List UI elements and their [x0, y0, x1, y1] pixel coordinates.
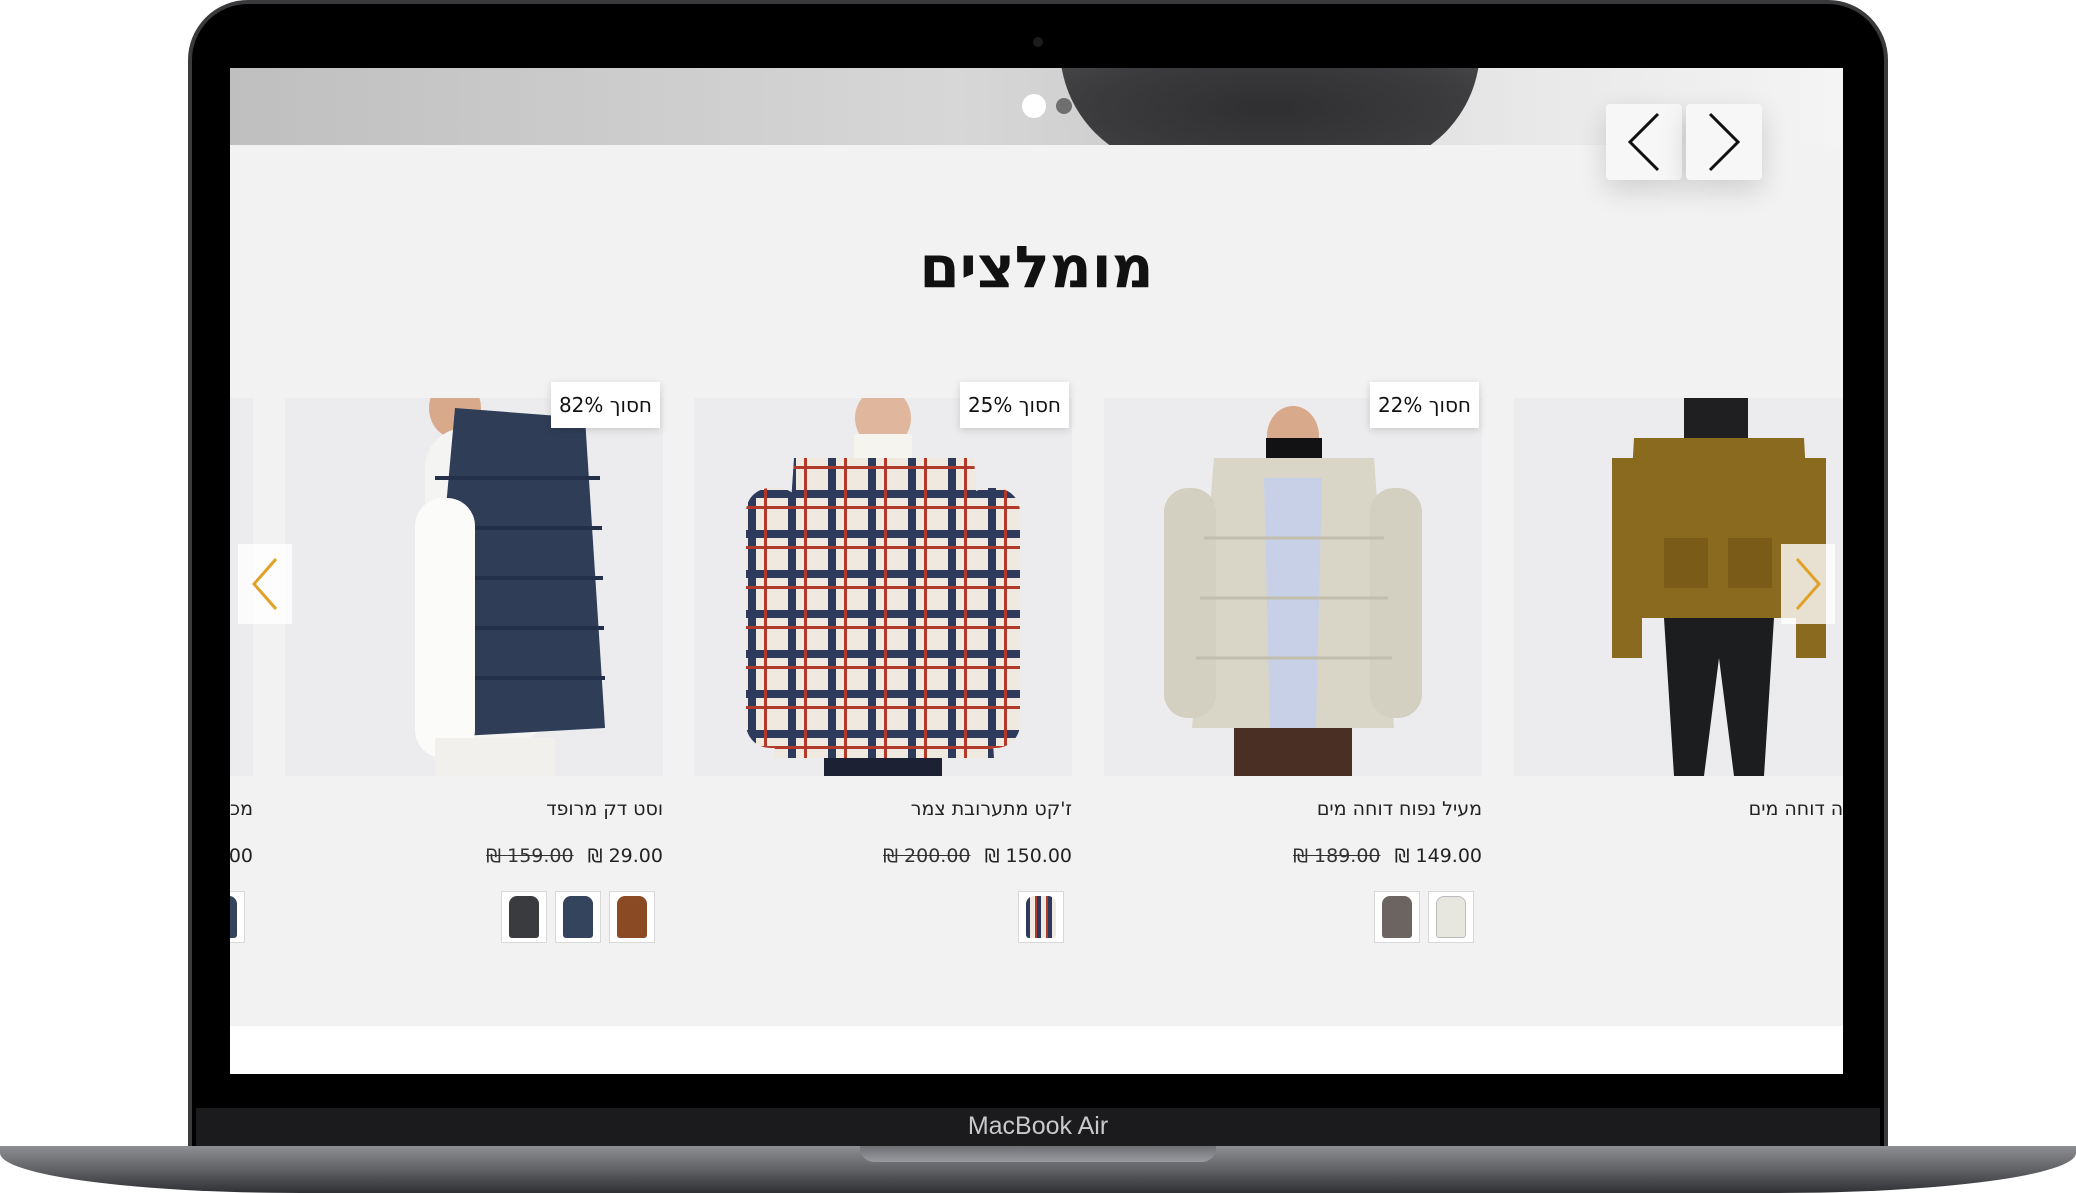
- color-swatch-1[interactable]: [1018, 891, 1064, 943]
- currency-symbol: ₪: [984, 845, 1000, 867]
- current-price: 150.00: [1005, 845, 1072, 867]
- device-label: MacBook Air: [967, 1112, 1109, 1140]
- discount-badge: חסוך 25%: [959, 382, 1069, 428]
- color-swatches: [1018, 891, 1064, 943]
- product-price: ₪ 200.00 ₪ 150.00: [694, 845, 1072, 867]
- puffer-illustration: [1104, 398, 1482, 776]
- product-name[interactable]: מכ: [230, 798, 253, 820]
- product-image[interactable]: [285, 398, 663, 776]
- camera-icon: [1033, 37, 1043, 47]
- browser-screen: מומלצים פארקה דוחה מים ₪ 1: [230, 68, 1843, 1074]
- product-name[interactable]: פארקה דוחה מים: [1514, 798, 1843, 820]
- color-swatch-2[interactable]: [555, 891, 601, 943]
- color-swatch-2[interactable]: [1374, 891, 1420, 943]
- color-swatch-3[interactable]: [501, 891, 547, 943]
- current-price: 149.00: [1415, 845, 1482, 867]
- product-image[interactable]: [1104, 398, 1482, 776]
- color-swatches: [501, 891, 655, 943]
- color-swatches: [1374, 891, 1474, 943]
- currency-symbol: ₪: [1394, 845, 1410, 867]
- old-price: ₪ 200.00: [883, 845, 971, 867]
- color-swatch-1[interactable]: [230, 891, 245, 943]
- hero-next-button[interactable]: [1686, 104, 1762, 180]
- chevron-left-icon: [1627, 112, 1660, 172]
- laptop-notch: [860, 1146, 1216, 1162]
- color-swatch-1[interactable]: [1428, 891, 1474, 943]
- discount-badge: חסוך 22%: [1369, 382, 1479, 428]
- page-footer-area: [230, 1026, 1843, 1074]
- current-price: 29.00: [608, 845, 663, 867]
- product-carousel: פארקה דוחה מים ₪ 1: [230, 382, 1843, 1038]
- product-price: ₪ 1: [1514, 845, 1843, 867]
- product-image[interactable]: [694, 398, 1072, 776]
- currency-symbol: ₪: [587, 845, 603, 867]
- product-name[interactable]: מעיל נפוח דוחה מים: [1104, 798, 1482, 820]
- wool-jacket-illustration: [694, 398, 1072, 776]
- carousel-next-button[interactable]: [1781, 544, 1835, 624]
- product-price: ₪ 189.00 ₪ 149.00: [1104, 845, 1482, 867]
- hero-image: [1060, 68, 1480, 145]
- chevron-right-icon: [1795, 558, 1821, 610]
- product-price: ₪ 159.00 ₪ 29.00: [285, 845, 663, 867]
- old-price: ₪ 159.00: [486, 845, 574, 867]
- chevron-right-icon: [1708, 112, 1741, 172]
- product-name[interactable]: ז'קט מתערובת צמר: [694, 798, 1072, 820]
- current-price: .00: [230, 845, 253, 867]
- chevron-left-icon: [252, 558, 278, 610]
- carousel-prev-button[interactable]: [238, 544, 292, 624]
- hero-dot-1[interactable]: [1022, 94, 1046, 118]
- hero-pagination: [1022, 94, 1072, 118]
- hero-banner: [230, 68, 1843, 145]
- product-name[interactable]: וסט דק מרופד: [285, 798, 663, 820]
- hero-dot-2[interactable]: [1056, 98, 1072, 114]
- color-swatch-1[interactable]: [609, 891, 655, 943]
- product-price: .00: [230, 845, 253, 867]
- hero-prev-button[interactable]: [1606, 104, 1682, 180]
- vest-illustration: [285, 398, 663, 776]
- color-swatches: [230, 891, 245, 943]
- discount-badge: חסוך 82%: [550, 382, 660, 428]
- old-price: ₪ 189.00: [1293, 845, 1381, 867]
- section-title: מומלצים: [919, 233, 1154, 301]
